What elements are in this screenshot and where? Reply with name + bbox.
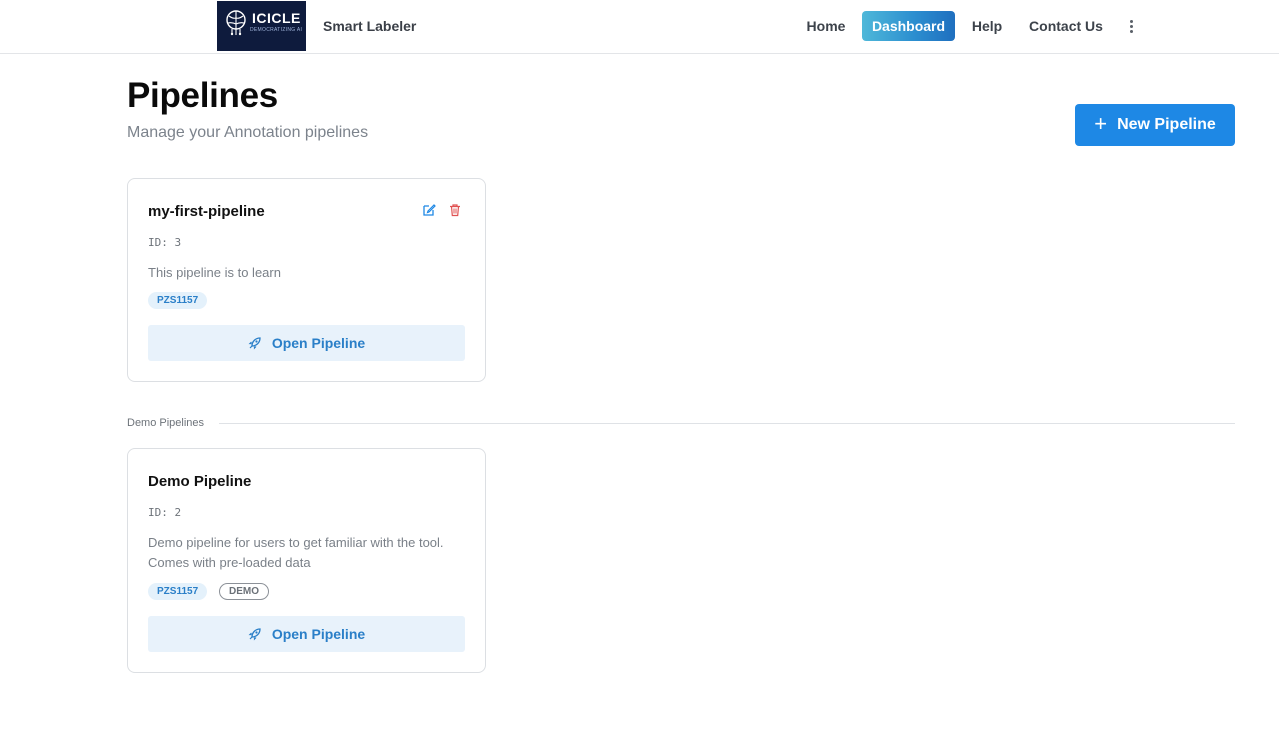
logo-text: ICICLE bbox=[252, 10, 301, 26]
open-pipeline-label: Open Pipeline bbox=[271, 626, 366, 642]
section-label-demo: Demo Pipelines bbox=[127, 417, 205, 429]
dot bbox=[1129, 24, 1133, 28]
demo-badge: DEMO bbox=[219, 583, 269, 600]
vertical-dots-icon[interactable] bbox=[1122, 14, 1140, 38]
icicle-logo[interactable]: ICICLE DEMOCRATIZING AI bbox=[217, 1, 306, 51]
page-subtitle: Manage your Annotation pipelines bbox=[127, 124, 369, 141]
open-pipeline-button[interactable]: Open Pipeline bbox=[148, 325, 465, 361]
nav-home[interactable]: Home bbox=[796, 11, 856, 41]
pipeline-id: ID: 2 bbox=[148, 506, 182, 519]
tag-badge: PZS1157 bbox=[148, 292, 208, 309]
delete-icon[interactable] bbox=[448, 203, 462, 217]
demo-pipeline-card: Demo Pipeline ID: 2 Demo pipeline for us… bbox=[127, 448, 486, 673]
pipeline-description: Demo pipeline for users to get familiar … bbox=[148, 535, 444, 570]
rocket-icon bbox=[248, 337, 261, 350]
pipeline-id: ID: 3 bbox=[148, 236, 182, 249]
logo-subtext: DEMOCRATIZING AI bbox=[250, 27, 303, 33]
top-navbar: ICICLE DEMOCRATIZING AI Smart Labeler Ho… bbox=[0, 0, 1279, 54]
new-pipeline-label: New Pipeline bbox=[1117, 116, 1216, 133]
brain-icon bbox=[226, 10, 246, 36]
section-divider bbox=[219, 423, 1235, 424]
rocket-icon bbox=[248, 628, 261, 641]
edit-icon[interactable] bbox=[422, 203, 436, 217]
pipeline-name: Demo Pipeline bbox=[148, 473, 252, 490]
pipeline-name: my-first-pipeline bbox=[148, 203, 265, 220]
app-name: Smart Labeler bbox=[323, 18, 417, 34]
tag-badge: PZS1157 bbox=[148, 583, 208, 600]
open-pipeline-button[interactable]: Open Pipeline bbox=[148, 616, 465, 652]
open-pipeline-label: Open Pipeline bbox=[271, 335, 366, 351]
pipeline-card: my-first-pipeline ID: 3 This pipeline is… bbox=[127, 178, 486, 382]
page-title: Pipelines bbox=[127, 76, 278, 115]
dot bbox=[1129, 19, 1133, 23]
nav-contact-us[interactable]: Contact Us bbox=[1024, 11, 1108, 41]
nav-help[interactable]: Help bbox=[962, 11, 1012, 41]
pipeline-description: This pipeline is to learn bbox=[148, 265, 281, 280]
plus-icon: + bbox=[1094, 110, 1108, 136]
new-pipeline-button[interactable]: + New Pipeline bbox=[1075, 104, 1235, 146]
dot bbox=[1129, 29, 1133, 33]
nav-dashboard[interactable]: Dashboard bbox=[862, 11, 955, 41]
